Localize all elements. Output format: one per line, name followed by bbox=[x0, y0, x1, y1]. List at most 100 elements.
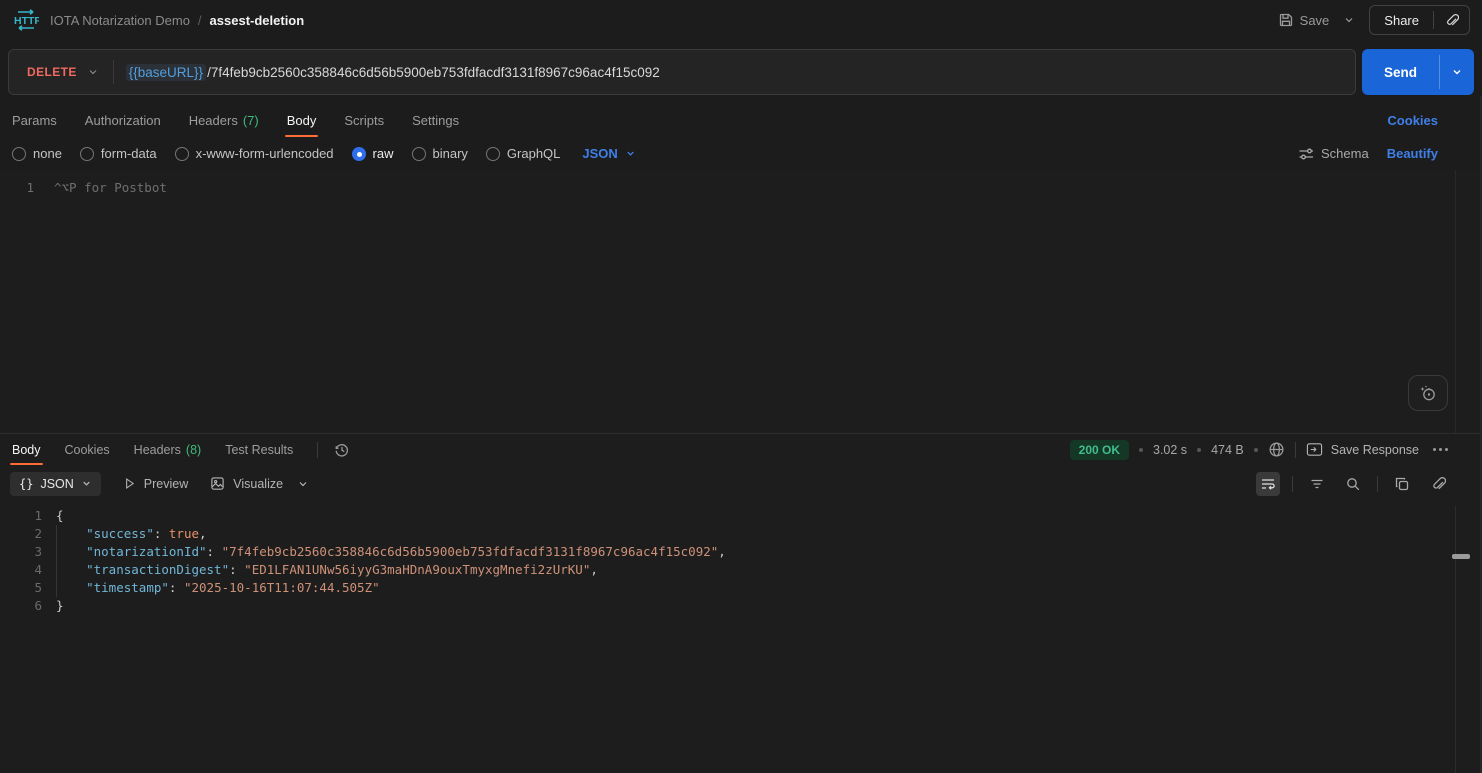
meta-dot bbox=[1197, 448, 1201, 452]
code-line: 4 "transactionDigest": "ED1LFAN1UNw56iyy… bbox=[0, 561, 1482, 579]
radio-urlencoded-circle bbox=[175, 147, 189, 161]
tab-authorization-label: Authorization bbox=[85, 113, 161, 128]
editor-scrollbar-track bbox=[1455, 170, 1456, 433]
response-tab-headers-label: Headers bbox=[134, 443, 181, 457]
response-header: Body Cookies Headers (8) Test Results 20… bbox=[0, 434, 1482, 465]
save-label: Save bbox=[1300, 13, 1330, 28]
code-line: 5 "timestamp": "2025-10-16T11:07:44.505Z… bbox=[0, 579, 1482, 597]
schema-label: Schema bbox=[1321, 146, 1369, 161]
radio-graphql[interactable]: GraphQL bbox=[486, 146, 560, 161]
method-label: DELETE bbox=[27, 65, 77, 79]
meta-divider bbox=[1295, 442, 1296, 458]
visualize-button[interactable]: Visualize bbox=[210, 476, 283, 491]
radio-graphql-circle bbox=[486, 147, 500, 161]
radio-x-www-form-urlencoded[interactable]: x-www-form-urlencoded bbox=[175, 146, 334, 161]
code-line: 3 "notarizationId": "7f4feb9cb2560c35884… bbox=[0, 543, 1482, 561]
request-url-row: DELETE {{baseURL}} /7f4feb9cb2560c358846… bbox=[0, 40, 1482, 104]
braces-icon: {} bbox=[19, 477, 33, 491]
save-button[interactable]: Save bbox=[1278, 12, 1330, 28]
filter-icon[interactable] bbox=[1305, 472, 1329, 496]
radio-graphql-label: GraphQL bbox=[507, 146, 560, 161]
language-label: JSON bbox=[582, 146, 617, 161]
response-format-selector[interactable]: {} JSON bbox=[10, 472, 101, 496]
radio-binary-circle bbox=[412, 147, 426, 161]
response-more-options-icon[interactable] bbox=[1429, 448, 1452, 451]
copy-link-button[interactable] bbox=[1434, 6, 1469, 34]
http-request-icon: HTTP bbox=[12, 8, 40, 32]
editor-line-number: 1 bbox=[0, 179, 34, 197]
radio-form-data[interactable]: form-data bbox=[80, 146, 157, 161]
preview-label: Preview bbox=[144, 477, 188, 491]
radio-form-data-label: form-data bbox=[101, 146, 157, 161]
visualize-options-chevron[interactable] bbox=[297, 478, 309, 490]
code-line: 1{ bbox=[0, 507, 1482, 525]
cookies-link[interactable]: Cookies bbox=[1387, 104, 1438, 137]
breadcrumb: IOTA Notarization Demo / assest-deletion bbox=[50, 13, 304, 28]
postbot-button[interactable] bbox=[1408, 375, 1448, 411]
tab-scripts-label: Scripts bbox=[344, 113, 384, 128]
wrap-lines-icon[interactable] bbox=[1256, 472, 1280, 496]
top-header: HTTP IOTA Notarization Demo / assest-del… bbox=[0, 0, 1482, 40]
header-actions: Save Share bbox=[1278, 5, 1470, 35]
radio-none[interactable]: none bbox=[12, 146, 62, 161]
save-response-label: Save Response bbox=[1331, 443, 1419, 457]
response-tab-headers[interactable]: Headers (8) bbox=[134, 434, 202, 465]
link-icon[interactable] bbox=[1426, 472, 1450, 496]
network-globe-icon[interactable] bbox=[1268, 441, 1285, 458]
radio-binary[interactable]: binary bbox=[412, 146, 468, 161]
beautify-button[interactable]: Beautify bbox=[1387, 146, 1438, 161]
send-button[interactable]: Send bbox=[1362, 49, 1439, 95]
response-tab-body[interactable]: Body bbox=[12, 434, 41, 465]
save-response-button[interactable]: Save Response bbox=[1306, 442, 1419, 457]
send-button-group: Send bbox=[1362, 49, 1474, 95]
radio-raw-label: raw bbox=[373, 146, 394, 161]
breadcrumb-collection[interactable]: IOTA Notarization Demo bbox=[50, 13, 190, 28]
response-scrollbar-track bbox=[1455, 506, 1456, 773]
radio-raw-circle bbox=[352, 147, 366, 161]
request-body-editor[interactable]: 1 ^⌥P for Postbot bbox=[0, 170, 1482, 433]
method-selector[interactable]: DELETE bbox=[9, 65, 113, 79]
tab-authorization[interactable]: Authorization bbox=[85, 104, 161, 137]
response-history-icon[interactable] bbox=[334, 442, 350, 458]
play-icon bbox=[123, 477, 136, 490]
response-size: 474 B bbox=[1211, 443, 1244, 457]
tab-params-label: Params bbox=[12, 113, 57, 128]
response-tab-test-results-label: Test Results bbox=[225, 443, 293, 457]
breadcrumb-request-name[interactable]: assest-deletion bbox=[210, 13, 305, 28]
sliders-icon bbox=[1298, 146, 1314, 162]
response-body-viewer[interactable]: 1{2 "success": true,3 "notarizationId": … bbox=[0, 502, 1482, 773]
code-line: 6} bbox=[0, 597, 1482, 615]
share-button-group: Share bbox=[1369, 5, 1470, 35]
response-tab-test-results[interactable]: Test Results bbox=[225, 434, 293, 465]
url-variable[interactable]: {{baseURL}} bbox=[126, 64, 206, 81]
tab-scripts[interactable]: Scripts bbox=[344, 104, 384, 137]
send-options-chevron[interactable] bbox=[1440, 49, 1474, 95]
language-selector[interactable]: JSON bbox=[582, 146, 635, 161]
response-scrollbar-handle[interactable] bbox=[1452, 554, 1470, 559]
tab-body-label: Body bbox=[287, 113, 317, 128]
tab-body[interactable]: Body bbox=[287, 104, 317, 137]
response-tab-headers-count: (8) bbox=[186, 443, 201, 457]
response-tab-cookies-label: Cookies bbox=[65, 443, 110, 457]
copy-icon[interactable] bbox=[1390, 472, 1414, 496]
save-options-chevron[interactable] bbox=[1339, 10, 1359, 30]
image-icon bbox=[210, 476, 225, 491]
language-chevron-icon bbox=[625, 148, 636, 159]
tab-params[interactable]: Params bbox=[12, 104, 57, 137]
request-tabs: Params Authorization Headers (7) Body Sc… bbox=[0, 104, 1482, 137]
search-icon[interactable] bbox=[1341, 472, 1365, 496]
radio-raw[interactable]: raw bbox=[352, 146, 394, 161]
url-box: DELETE {{baseURL}} /7f4feb9cb2560c358846… bbox=[8, 49, 1356, 95]
url-input[interactable]: {{baseURL}} /7f4feb9cb2560c358846c6d56b5… bbox=[114, 64, 672, 81]
response-tab-cookies[interactable]: Cookies bbox=[65, 434, 110, 465]
editor-postbot-hint: ^⌥P for Postbot bbox=[54, 179, 167, 197]
response-tab-body-label: Body bbox=[12, 443, 41, 457]
save-icon bbox=[1278, 12, 1294, 28]
tab-headers[interactable]: Headers (7) bbox=[189, 104, 259, 137]
radio-urlencoded-label: x-www-form-urlencoded bbox=[196, 146, 334, 161]
save-response-icon bbox=[1306, 442, 1323, 457]
tab-settings[interactable]: Settings bbox=[412, 104, 459, 137]
schema-button[interactable]: Schema bbox=[1298, 146, 1369, 162]
share-button[interactable]: Share bbox=[1370, 6, 1433, 34]
preview-button[interactable]: Preview bbox=[123, 477, 188, 491]
